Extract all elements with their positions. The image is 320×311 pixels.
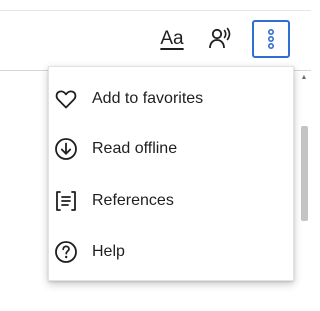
scrollbar[interactable]: ▲ [300, 74, 308, 304]
more-options-button[interactable] [252, 20, 290, 58]
menu-item-add-to-favorites[interactable]: Add to favorites [49, 77, 293, 121]
help-circle-icon [55, 241, 77, 263]
download-circle-icon [55, 138, 77, 160]
read-aloud-button[interactable] [203, 24, 239, 54]
read-aloud-icon [209, 27, 231, 49]
menu-item-label: References [92, 192, 174, 209]
menu-item-label: Read offline [92, 140, 178, 157]
menu-item-label: Add to favorites [92, 90, 204, 107]
menu-item-read-offline[interactable]: Read offline [49, 127, 293, 171]
references-icon [56, 191, 76, 211]
text-size-label: Aa [160, 28, 184, 49]
menu-item-references[interactable]: References [49, 179, 293, 223]
toolbar: Aa [0, 11, 311, 67]
text-size-button[interactable]: Aa [154, 24, 190, 54]
menu-item-label: Help [92, 243, 125, 260]
heart-icon [55, 90, 77, 109]
more-options-menu: Add to favorites Read offline References… [48, 66, 294, 281]
scroll-up-icon[interactable]: ▲ [300, 74, 308, 82]
menu-item-help[interactable]: Help [49, 230, 293, 274]
scrollbar-thumb[interactable] [301, 126, 308, 221]
more-options-icon [267, 28, 275, 50]
